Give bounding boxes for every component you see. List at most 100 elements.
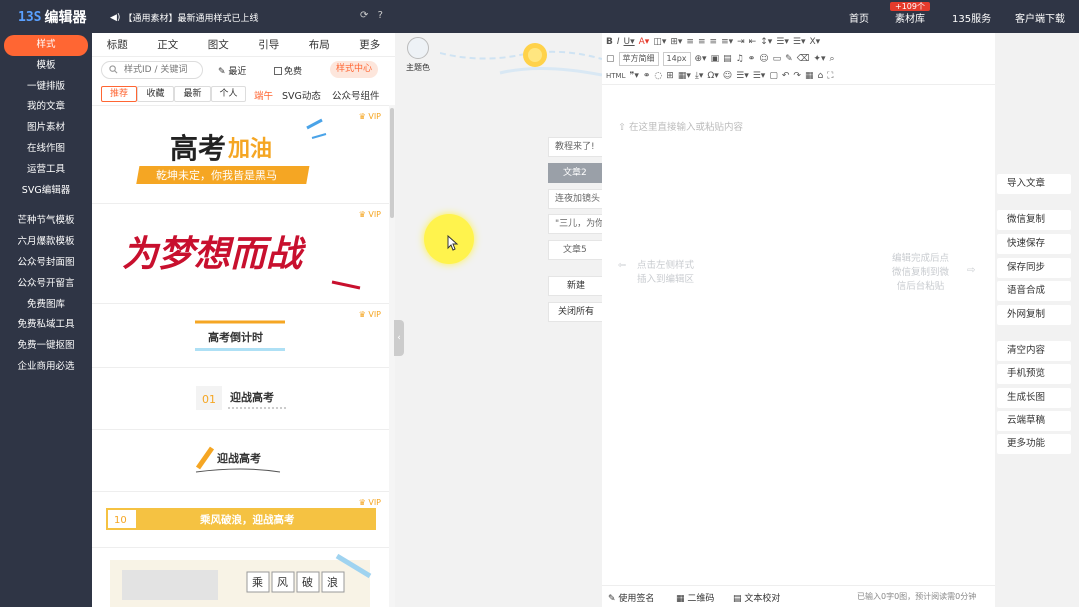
clear-format-icon[interactable]: ⌫ (797, 54, 810, 64)
font-size-select[interactable]: 14px (662, 51, 691, 66)
align-right-icon[interactable]: ≡ (710, 37, 718, 47)
wechat-copy-button[interactable]: 微信复制 (997, 210, 1071, 230)
article-tab-4[interactable]: "三儿，为你 (548, 214, 604, 234)
tab-title[interactable]: 标题 (92, 37, 143, 52)
sidebar-item-auto-layout[interactable]: 一键排版 (0, 77, 92, 98)
style-list-scrollbar[interactable] (389, 105, 395, 607)
insert-row-icon[interactable]: ▦▾ (678, 71, 691, 81)
fullscreen-icon[interactable]: ⛶ (827, 71, 833, 81)
tab-guide[interactable]: 引导 (244, 37, 295, 52)
sidebar-item-styles[interactable]: 样式 (4, 35, 88, 56)
sidebar-item-templates[interactable]: 模板 (0, 56, 92, 77)
import-article-button[interactable]: 导入文章 (997, 174, 1071, 194)
divider-icon[interactable]: ▭ (773, 54, 782, 64)
long-image-button[interactable]: 生成长图 (997, 388, 1071, 408)
indent-icon[interactable]: ⇥ (737, 37, 745, 47)
nav-client-download[interactable]: 客户端下载 (1015, 10, 1065, 25)
external-copy-button[interactable]: 外网复制 (997, 305, 1071, 325)
filter-favorites[interactable]: 收藏 (137, 86, 174, 102)
font-family-select[interactable]: 苹方简细 (618, 51, 659, 66)
preview-icon[interactable]: ⌂ (817, 71, 823, 81)
notice-bar[interactable]: ◀) 【通用素材】最新通用样式已上线 (110, 11, 258, 25)
nav-library[interactable]: 素材库 (895, 10, 925, 25)
close-all-button[interactable]: 关闭所有 (548, 302, 604, 322)
sidebar-extra-commercial[interactable]: 企业商用必选 (0, 357, 92, 378)
letter-spacing-icon[interactable]: ⊕▾ (695, 54, 707, 64)
sidebar-extra-cutout[interactable]: 免费一键抠图 (0, 336, 92, 357)
cloud-draft-button[interactable]: 云端草稿 (997, 411, 1071, 431)
logo[interactable]: 13S 编辑器 (18, 7, 86, 27)
sidebar-item-my-articles[interactable]: 我的文章 (0, 97, 92, 118)
more-functions-button[interactable]: 更多功能 (997, 434, 1071, 454)
background-color-icon[interactable]: ◫▾ (653, 37, 666, 47)
article-tab-2[interactable]: 文章2 (548, 163, 604, 183)
special-char-icon[interactable]: Ω▾ (707, 71, 718, 81)
filter-latest[interactable]: 最新 (174, 86, 211, 102)
undo-icon[interactable]: ↶ (782, 71, 790, 81)
filter-recommend[interactable]: 推荐 (101, 86, 137, 102)
number-list-icon[interactable]: ☰▾ (753, 71, 766, 81)
frame-icon[interactable]: ▢ (769, 71, 778, 81)
voice-synthesis-button[interactable]: 语音合成 (997, 281, 1071, 301)
line-height-icon[interactable]: ↕▾ (760, 37, 772, 47)
new-article-button[interactable]: 新建 (548, 276, 604, 296)
collapse-panel-handle[interactable]: ‹ (394, 320, 404, 356)
mobile-preview-button[interactable]: 手机预览 (997, 364, 1071, 384)
editor-placeholder[interactable]: ⇧ 在这里直接输入或粘贴内容 (618, 119, 743, 133)
style-card-wind-waves[interactable]: ♛ VIP 10 乘风破浪，迎战高考 (92, 492, 389, 548)
text-direction-icon[interactable]: Ⅹ▾ (809, 37, 820, 47)
article-tab-1[interactable]: 教程来了! (548, 137, 604, 157)
smiley-icon[interactable]: ☺ (723, 71, 732, 81)
sidebar-item-ops-tools[interactable]: 运营工具 (0, 160, 92, 181)
underline-icon[interactable]: U▾ (624, 37, 635, 47)
sidebar-item-online-design[interactable]: 在线作图 (0, 139, 92, 160)
filter-svg[interactable]: SVG动态 (282, 88, 321, 102)
link-icon[interactable]: ⚭ (748, 54, 756, 64)
style-card-dream[interactable]: ♛ VIP 为梦想而战 (92, 204, 389, 304)
tab-body[interactable]: 正文 (143, 37, 194, 52)
magic-icon[interactable]: ✦▾ (813, 54, 825, 64)
filter-components[interactable]: 公众号组件 (332, 88, 380, 102)
proofread-button[interactable]: ▤ 文本校对 (733, 591, 780, 604)
align-justify-icon[interactable]: ≡▾ (721, 37, 733, 47)
style-center-button[interactable]: 样式中心 (330, 61, 379, 78)
style-card-chengfeng[interactable]: 乘 风 破 浪 (92, 548, 389, 607)
paragraph-spacing-icon[interactable]: ☰▾ (776, 37, 789, 47)
table-insert-icon[interactable]: ⊞ (666, 71, 674, 81)
align-center-icon[interactable]: ≡ (698, 37, 706, 47)
align-left-icon[interactable]: ≡ (686, 37, 694, 47)
font-color-icon[interactable]: A▾ (639, 37, 650, 47)
save-sync-button[interactable]: 保存同步 (997, 258, 1071, 278)
signature-button[interactable]: ✎ 使用签名 (608, 591, 654, 604)
html-icon[interactable]: HTML (606, 72, 625, 80)
sidebar-extra-private-tools[interactable]: 免费私域工具 (0, 315, 92, 336)
clear-content-button[interactable]: 清空内容 (997, 341, 1071, 361)
style-card-gaokao-cheer[interactable]: ♛ VIP 高考 加油 乾坤未定，你我皆是黑马 (92, 106, 389, 204)
image-icon[interactable]: ▣ (711, 54, 720, 64)
quick-save-button[interactable]: 快速保存 (997, 234, 1071, 254)
sidebar-extra-comments[interactable]: 公众号开留言 (0, 274, 92, 295)
table-icon[interactable]: ⊞▾ (670, 37, 682, 47)
sidebar-item-images[interactable]: 图片素材 (0, 118, 92, 139)
help-icon[interactable]: ? (378, 10, 383, 21)
article-tab-5[interactable]: 文章5 (548, 240, 604, 260)
audio-icon[interactable]: ♫ (736, 54, 744, 64)
recent-button[interactable]: ✎ 最近 (218, 64, 246, 77)
redo-icon[interactable]: ↷ (793, 71, 801, 81)
video-icon[interactable]: ▤ (723, 54, 732, 64)
emoji-icon[interactable]: ☺ (759, 54, 768, 64)
nav-home[interactable]: 首页 (849, 10, 869, 25)
unlink-icon[interactable]: ⚭ (643, 71, 651, 81)
sidebar-extra-june-hot[interactable]: 六月爆款模板 (0, 232, 92, 253)
format-painter-icon[interactable]: ✎ (785, 54, 793, 64)
source-icon[interactable]: ▢ (606, 54, 615, 64)
bullet-list-icon[interactable]: ☰▾ (736, 71, 749, 81)
tab-image-text[interactable]: 图文 (193, 37, 244, 52)
bold-icon[interactable]: B (606, 37, 613, 47)
article-tab-3[interactable]: 连夜加镜头 (548, 189, 604, 209)
sidebar-extra-solar-term[interactable]: 芒种节气模板 (0, 211, 92, 232)
grid-icon[interactable]: ▦ (805, 71, 814, 81)
list-icon[interactable]: ☰▾ (793, 37, 806, 47)
anchor-icon[interactable]: ◌ (654, 71, 662, 81)
filter-dragon-boat[interactable]: 端午 (254, 88, 273, 102)
